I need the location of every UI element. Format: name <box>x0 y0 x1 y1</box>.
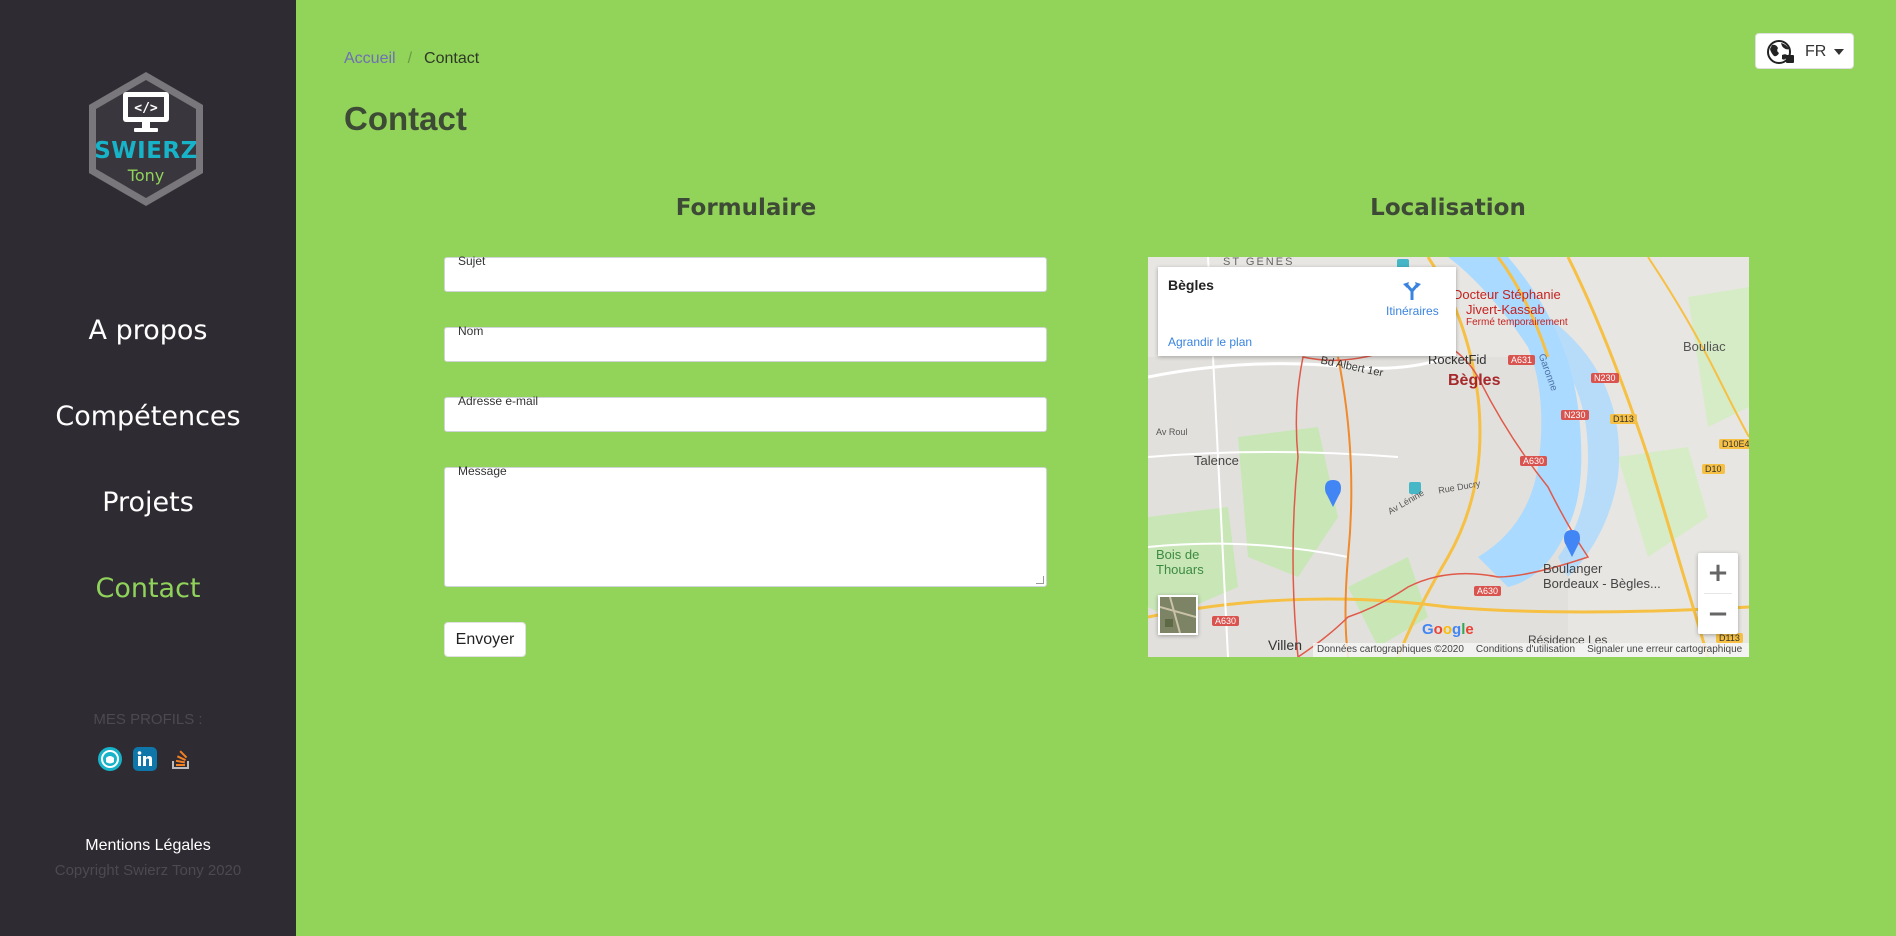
map-label: Bègles <box>1448 372 1501 389</box>
nav-projects[interactable]: Projets <box>0 477 296 563</box>
logo-subtitle: Tony <box>127 166 165 185</box>
map-label: Boulanger <box>1543 561 1603 576</box>
svg-text:</>: </> <box>134 101 158 116</box>
zoom-control: + − <box>1698 553 1738 634</box>
breadcrumb: Accueil / Contact <box>344 50 479 68</box>
language-selector[interactable]: FR <box>1755 33 1854 69</box>
directions-icon[interactable] <box>1401 280 1423 302</box>
sidebar: </> SWIERZ Tony A propos Compétences Pro… <box>0 0 296 936</box>
breadcrumb-home[interactable]: Accueil <box>344 50 396 67</box>
email-label: Adresse e-mail <box>458 394 539 408</box>
globe-icon <box>1767 40 1794 64</box>
map-label: Bouliac <box>1683 339 1726 354</box>
terms-link[interactable]: Conditions d'utilisation <box>1476 644 1575 655</box>
map-label: Bois de <box>1156 547 1200 562</box>
linkedin-icon[interactable] <box>133 747 157 771</box>
nav-contact[interactable]: Contact <box>0 563 296 649</box>
send-button[interactable]: Envoyer <box>444 622 526 657</box>
satellite-toggle[interactable] <box>1158 595 1198 635</box>
road-shield: D113 <box>1610 414 1637 424</box>
nav-about[interactable]: A propos <box>0 305 296 391</box>
map-label: Docteur Stéphanie <box>1453 287 1561 302</box>
subject-label: Sujet <box>458 254 486 268</box>
form-title: Formulaire <box>675 195 817 221</box>
breadcrumb-separator: / <box>407 50 413 67</box>
zoom-in-button[interactable]: + <box>1698 553 1738 593</box>
page-title: Contact <box>344 100 467 137</box>
road-shield: N230 <box>1561 410 1589 420</box>
road-shield: A631 <box>1508 355 1536 365</box>
road-shield: N230 <box>1591 373 1619 383</box>
language-code: FR <box>1805 43 1827 60</box>
google-map[interactable]: ST GENES Docteur Stéphanie Jivert-Kassab… <box>1148 257 1749 657</box>
map-attribution: Données cartographiques ©2020 Conditions … <box>1313 643 1749 657</box>
map-label: Thouars <box>1156 562 1204 577</box>
zoom-out-button[interactable]: − <box>1698 594 1738 634</box>
email-input[interactable]: Adresse e-mail <box>444 394 1047 432</box>
directions-link[interactable]: Itinéraires <box>1386 304 1439 318</box>
chevron-down-icon <box>1834 49 1844 55</box>
map-label: Av Roul <box>1156 427 1188 437</box>
map-label: Fermé temporairement <box>1466 317 1568 328</box>
enlarge-map-link[interactable]: Agrandir le plan <box>1168 335 1252 349</box>
map-data-credit: Données cartographiques ©2020 <box>1317 644 1464 655</box>
resize-handle[interactable] <box>1036 576 1044 584</box>
road-shield: A630 <box>1520 456 1548 466</box>
road-shield: D10E4 <box>1719 439 1749 449</box>
monitor-code-icon: </> <box>123 92 169 132</box>
map-title: Localisation <box>1370 195 1526 221</box>
name-input[interactable]: Nom <box>444 324 1047 362</box>
nav-skills[interactable]: Compétences <box>0 391 296 477</box>
road-shield: D10 <box>1702 464 1725 474</box>
map-label: Villen <box>1268 637 1302 653</box>
place-name: Bègles <box>1168 277 1214 293</box>
breadcrumb-current: Contact <box>424 50 480 67</box>
message-textarea[interactable]: Message <box>444 464 1047 587</box>
stackoverflow-icon[interactable] <box>169 747 193 771</box>
report-error-link[interactable]: Signaler une erreur cartographique <box>1587 644 1742 655</box>
google-logo[interactable]: Google <box>1422 621 1474 638</box>
legal-link[interactable]: Mentions Légales <box>0 837 296 855</box>
message-label: Message <box>458 464 507 478</box>
map-label: Talence <box>1194 453 1239 468</box>
site-logo[interactable]: </> SWIERZ Tony <box>83 70 209 208</box>
github-icon[interactable] <box>98 747 122 771</box>
road-shield: A630 <box>1474 586 1502 596</box>
profiles-label: MES PROFILS : <box>93 711 203 728</box>
road-shield: A630 <box>1212 616 1240 626</box>
place-card: Bègles Itinéraires Agrandir le plan <box>1158 267 1456 356</box>
main-nav: A propos Compétences Projets Contact <box>0 305 296 649</box>
logo-brand: SWIERZ <box>94 138 198 164</box>
copyright: Copyright Swierz Tony 2020 <box>54 862 242 879</box>
subject-input[interactable]: Sujet <box>444 254 1047 292</box>
map-label: Jivert-Kassab <box>1466 302 1545 317</box>
road-shield: D113 <box>1716 633 1743 643</box>
name-label: Nom <box>458 324 484 338</box>
map-label: Bordeaux - Bègles... <box>1543 576 1661 591</box>
